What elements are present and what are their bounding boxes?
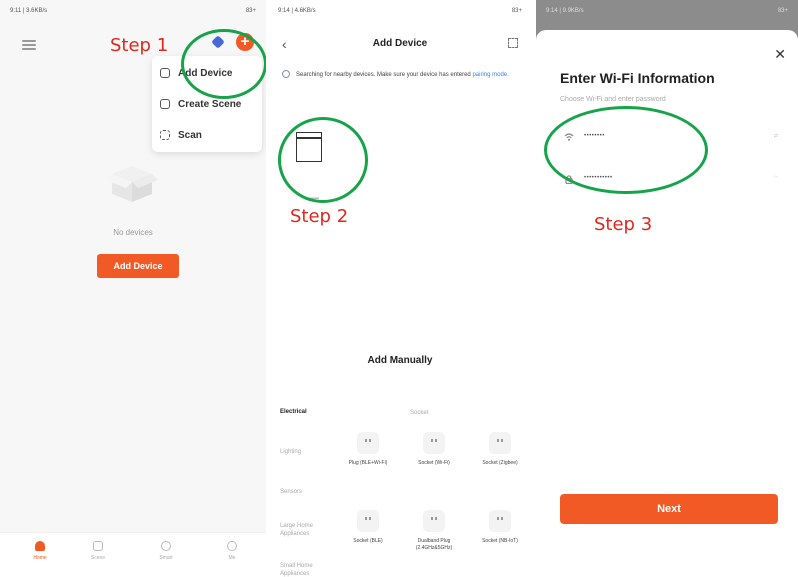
status-time: 9:14 | 4.6KB/s — [278, 8, 316, 14]
tab-label: Home — [33, 555, 47, 561]
wifi-screen: 9:14 | 9.9KB/s 83+ ✕ Enter Wi-Fi Informa… — [536, 0, 798, 577]
searching-spinner-icon — [282, 70, 290, 79]
socket-icon — [357, 432, 379, 454]
status-time: 9:11 | 3.6KB/s — [10, 8, 48, 14]
scene-icon — [93, 541, 103, 551]
next-button[interactable]: Next — [560, 494, 778, 524]
smart-icon — [161, 541, 171, 551]
status-battery: 83+ — [511, 8, 522, 14]
device-type-label: Socket (Zigbee) — [482, 460, 518, 466]
device-type-item[interactable]: Socket (Wi-Fi) — [412, 432, 456, 467]
sheet-subtitle: Choose Wi-Fi and enter password — [560, 96, 666, 103]
category-lighting[interactable]: Lighting — [280, 448, 340, 456]
category-sensors[interactable]: Sensors — [280, 488, 340, 496]
home-screen: 9:11 | 3.6KB/s 83+ Step 1 + Add Device C… — [0, 0, 266, 577]
status-bar: 9:14 | 4.6KB/s 83+ — [268, 6, 532, 18]
searching-notice: Searching for nearby devices. Make sure … — [282, 70, 522, 81]
section-title: Add Manually — [367, 355, 433, 366]
status-time: 9:14 | 9.9KB/s — [546, 8, 584, 14]
close-icon[interactable]: ✕ — [774, 46, 786, 63]
tab-me[interactable]: Me — [212, 541, 252, 561]
device-type-item[interactable]: Plug (BLE+Wi-Fi) — [346, 432, 390, 467]
device-icon — [160, 68, 170, 79]
socket-icon — [423, 510, 445, 532]
device-type-item[interactable]: Socket (NB-IoT) — [478, 510, 522, 545]
device-type-label: Socket (BLE) — [353, 538, 383, 544]
category-small-home-appliances[interactable]: Small Home Appliances — [280, 562, 320, 577]
searching-text: Searching for nearby devices. Make sure … — [296, 72, 471, 78]
socket-icon — [423, 432, 445, 454]
empty-box-illustration — [106, 166, 158, 202]
scan-icon[interactable] — [508, 38, 518, 48]
socket-icon — [357, 510, 379, 532]
status-battery: 83+ — [777, 8, 788, 14]
step-3-highlight — [544, 106, 708, 194]
tab-label: Me — [228, 555, 236, 561]
scan-icon — [160, 130, 170, 141]
device-type-label: Socket (Wi-Fi) — [418, 460, 450, 466]
menu-item-label: Create Scene — [178, 99, 242, 110]
bottom-tab-bar: Home Scene Smart Me — [0, 532, 266, 577]
sheet-title: Enter Wi-Fi Information — [560, 70, 715, 86]
pairing-mode-link[interactable]: pairing mode. — [472, 72, 508, 78]
empty-state-text: No devices — [113, 228, 153, 237]
step-3-label: Step 3 — [594, 214, 653, 235]
add-device-screen: 9:14 | 4.6KB/s 83+ ‹ Add Device Searchin… — [268, 0, 532, 577]
page-title: Add Device — [372, 38, 428, 49]
scene-edit-icon — [160, 99, 170, 110]
show-password-icon[interactable]: ◠ — [774, 175, 778, 181]
device-type-item[interactable]: Dualband Plug (2.4GHz&5GHz) — [412, 510, 456, 552]
home-icon — [35, 541, 45, 551]
status-bar: 9:14 | 9.9KB/s 83+ — [536, 6, 798, 18]
tab-home[interactable]: Home — [20, 541, 60, 561]
menu-item-create-scene[interactable]: Create Scene — [160, 99, 241, 115]
me-icon — [227, 541, 237, 551]
tab-label: Scene — [90, 555, 106, 561]
category-large-home-appliances[interactable]: Large Home Appliances — [280, 522, 320, 538]
sub-category-header: Socket — [410, 410, 429, 416]
menu-item-label: Scan — [178, 130, 202, 141]
step-1-highlight — [181, 29, 266, 99]
device-type-label: Dualband Plug (2.4GHz&5GHz) — [415, 538, 453, 551]
socket-icon — [489, 432, 511, 454]
category-electrical[interactable]: Electrical — [280, 408, 340, 416]
change-network-icon[interactable]: ⇄ — [774, 133, 778, 139]
step-2-highlight — [278, 117, 368, 203]
device-type-label: Socket (NB-IoT) — [482, 538, 518, 544]
status-battery: 83+ — [245, 8, 256, 14]
menu-icon[interactable] — [22, 40, 36, 50]
tab-scene[interactable]: Scene — [78, 541, 118, 561]
device-type-item[interactable]: Socket (BLE) — [346, 510, 390, 545]
menu-item-scan[interactable]: Scan — [160, 130, 202, 146]
tab-label: Smart — [159, 555, 173, 561]
step-2-label: Step 2 — [290, 206, 349, 227]
step-1-label: Step 1 — [110, 35, 169, 56]
status-bar: 9:11 | 3.6KB/s 83+ — [0, 6, 266, 18]
device-type-label: Plug (BLE+Wi-Fi) — [348, 460, 388, 466]
device-type-item[interactable]: Socket (Zigbee) — [478, 432, 522, 467]
add-device-button[interactable]: Add Device — [97, 254, 179, 278]
socket-icon — [489, 510, 511, 532]
tab-smart[interactable]: Smart — [146, 541, 186, 561]
